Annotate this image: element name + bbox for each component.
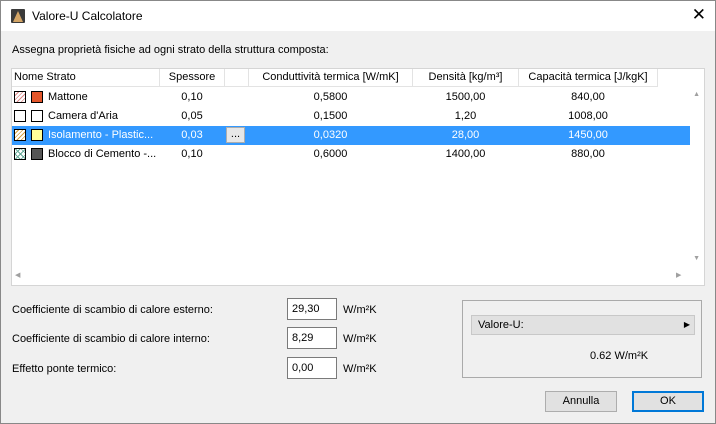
fill-color-swatch[interactable] (31, 110, 43, 122)
result-panel: Valore-U: ▶ 0.62 W/m²K (462, 300, 702, 378)
layer-name-cell[interactable]: Camera d'Aria (48, 107, 158, 126)
close-icon[interactable]: ✕ (692, 5, 706, 25)
external-coefficient-input[interactable]: 29,30 (287, 298, 337, 320)
u-value-result: 0.62 W/m²K (590, 350, 649, 362)
col-header-heat-capacity[interactable]: Capacità termica [J/kgK] (519, 69, 658, 87)
layer-name-cell[interactable]: Mattone (48, 88, 158, 107)
hatch-pattern-icon[interactable] (14, 91, 26, 103)
external-coefficient-label: Coefficiente di scambio di calore estern… (12, 304, 213, 316)
table-header: Nome Strato Spessore Conduttività termic… (12, 69, 704, 87)
heat-capacity-cell[interactable]: 880,00 (519, 145, 657, 164)
conductivity-cell[interactable]: 0,0320 (249, 126, 412, 145)
cancel-button[interactable]: Annulla (545, 391, 617, 412)
fill-color-swatch[interactable] (31, 148, 43, 160)
scroll-up-icon[interactable]: ▲ (693, 91, 700, 98)
instruction-text: Assegna proprietà fisiche ad ogni strato… (12, 44, 329, 56)
heat-capacity-cell[interactable]: 1008,00 (519, 107, 657, 126)
density-cell[interactable]: 1,20 (413, 107, 518, 126)
scroll-down-icon[interactable]: ▼ (693, 255, 700, 262)
conductivity-cell[interactable]: 0,1500 (249, 107, 412, 126)
col-header-blank (225, 69, 249, 87)
title-bar: Valore-U Calcolatore ✕ (1, 1, 715, 31)
hatch-pattern-icon[interactable] (14, 110, 26, 122)
layers-table[interactable]: Nome Strato Spessore Conduttività termic… (11, 68, 705, 286)
density-cell[interactable]: 1500,00 (413, 88, 518, 107)
table-row[interactable]: Mattone 0,10 0,5800 1500,00 840,00 (12, 88, 690, 107)
thickness-cell[interactable]: 0,10 (160, 88, 224, 107)
scroll-right-icon[interactable]: ▶ (676, 271, 681, 279)
u-value-expander[interactable]: Valore-U: ▶ (471, 315, 695, 335)
external-coefficient-unit: W/m²K (343, 304, 377, 316)
u-value-label: Valore-U: (478, 319, 524, 331)
dialog-window: Valore-U Calcolatore ✕ Assegna proprietà… (0, 0, 716, 424)
heat-capacity-cell[interactable]: 840,00 (519, 88, 657, 107)
fill-color-swatch[interactable] (31, 91, 43, 103)
density-cell[interactable]: 1400,00 (413, 145, 518, 164)
table-row[interactable]: Isolamento - Plastic... 0,03 0,0320 28,00 14… (12, 126, 690, 145)
thickness-cell[interactable]: 0,10 (160, 145, 224, 164)
thickness-cell[interactable]: 0,05 (160, 107, 224, 126)
thickness-cell[interactable]: 0,03 (160, 126, 224, 145)
layer-name-cell[interactable]: Isolamento - Plastic... (48, 126, 158, 145)
heat-capacity-cell[interactable]: 1450,00 (519, 126, 657, 145)
window-title: Valore-U Calcolatore (32, 9, 143, 23)
col-header-name[interactable]: Nome Strato (12, 69, 160, 87)
internal-coefficient-input[interactable]: 8,29 (287, 327, 337, 349)
density-cell[interactable]: 28,00 (413, 126, 518, 145)
table-row[interactable]: Blocco di Cemento -... 0,10 0,6000 1400,00 8… (12, 145, 690, 164)
internal-coefficient-unit: W/m²K (343, 333, 377, 345)
fill-color-swatch[interactable] (31, 129, 43, 141)
col-header-conductivity[interactable]: Conduttività termica [W/mK] (249, 69, 413, 87)
conductivity-cell[interactable]: 0,5800 (249, 88, 412, 107)
layer-name-cell[interactable]: Blocco di Cemento -... (48, 145, 158, 164)
app-icon (11, 9, 25, 23)
col-header-thickness[interactable]: Spessore (160, 69, 225, 87)
hatch-pattern-icon[interactable] (14, 148, 26, 160)
table-row[interactable]: Camera d'Aria 0,05 0,1500 1,20 1008,00 (12, 107, 690, 126)
expand-arrow-icon: ▶ (683, 320, 690, 329)
scroll-left-icon[interactable]: ◀ (15, 271, 20, 279)
thermal-bridge-unit: W/m²K (343, 363, 377, 375)
thermal-bridge-input[interactable]: 0,00 (287, 357, 337, 379)
browse-button[interactable]: ... (226, 127, 245, 143)
ok-button[interactable]: OK (632, 391, 704, 412)
conductivity-cell[interactable]: 0,6000 (249, 145, 412, 164)
col-header-density[interactable]: Densità [kg/m³] (413, 69, 519, 87)
internal-coefficient-label: Coefficiente di scambio di calore intern… (12, 333, 210, 345)
thermal-bridge-label: Effetto ponte termico: (12, 363, 117, 375)
hatch-pattern-icon[interactable] (14, 129, 26, 141)
